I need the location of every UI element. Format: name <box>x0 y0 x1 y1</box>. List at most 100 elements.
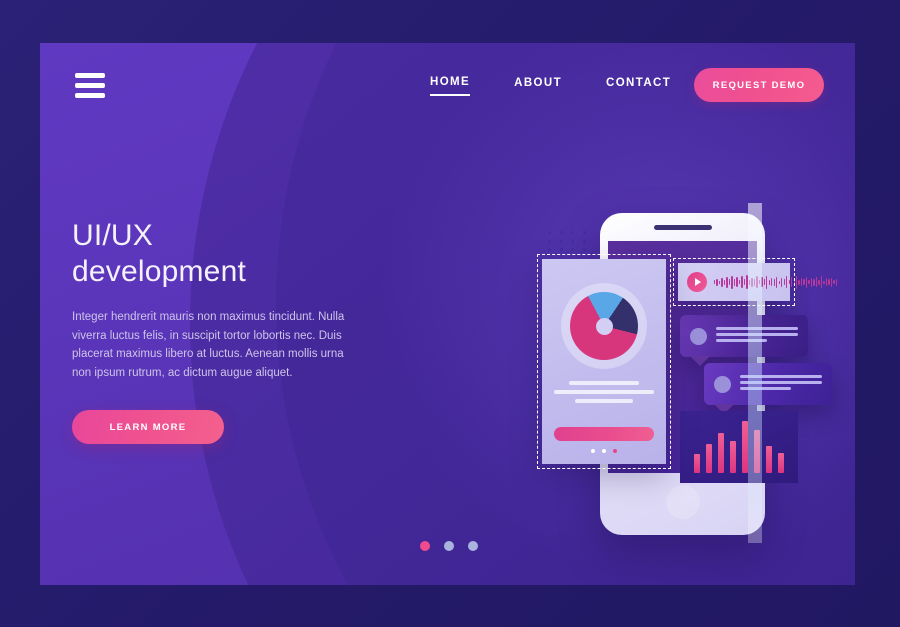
waveform-bar <box>791 277 793 287</box>
waveform-bar <box>716 278 718 286</box>
waveform-bar <box>721 277 723 287</box>
chat-text-lines <box>716 327 798 345</box>
hamburger-menu-icon[interactable] <box>75 73 105 98</box>
analytics-card <box>542 259 666 464</box>
pie-chart <box>570 292 638 360</box>
carousel-dot-3[interactable] <box>468 541 478 551</box>
waveform-bar <box>758 280 761 284</box>
waveform-bar <box>803 279 805 285</box>
waveform-bar <box>778 280 780 284</box>
waveform-bar <box>726 276 728 288</box>
waveform-bar <box>731 275 733 289</box>
audio-player-widget[interactable] <box>678 263 838 301</box>
pager-dot-2[interactable] <box>602 449 606 453</box>
bar-chart <box>680 411 798 483</box>
pie-chart-container <box>561 283 647 369</box>
hero-panel: HOME ABOUT CONTACT REQUEST DEMO UI/UX de… <box>40 43 855 585</box>
text-line <box>554 390 654 394</box>
text-line <box>740 375 822 378</box>
text-line <box>716 339 767 342</box>
nav-link-contact[interactable]: CONTACT <box>606 77 671 95</box>
card-primary-button[interactable] <box>554 427 654 441</box>
waveform-bar <box>751 277 753 287</box>
carousel-dot-2[interactable] <box>444 541 454 551</box>
waveform-bar <box>828 279 830 285</box>
waveform-bar <box>753 278 756 286</box>
waveform-bar <box>771 278 773 286</box>
grid-dot <box>582 239 586 243</box>
card-text-lines <box>554 381 654 408</box>
hamburger-bar <box>75 73 105 78</box>
waveform-bar <box>815 277 818 287</box>
waveform-bar <box>818 279 820 285</box>
grid-dot <box>548 231 551 234</box>
play-icon[interactable] <box>687 272 707 292</box>
bar <box>730 440 736 473</box>
waveform-bar <box>766 275 768 289</box>
text-line <box>716 333 798 336</box>
bar <box>754 429 760 473</box>
pager-dot-1[interactable] <box>591 449 595 453</box>
top-navigation: HOME ABOUT CONTACT REQUEST DEMO <box>40 43 855 143</box>
bar <box>766 445 772 473</box>
bar <box>742 421 748 473</box>
pie-chart-center <box>595 317 613 335</box>
grid-dot <box>559 231 563 234</box>
waveform-bar <box>813 278 815 286</box>
learn-more-button[interactable]: LEARN MORE <box>72 410 224 444</box>
waveform-bar <box>835 278 838 286</box>
carousel-dot-1[interactable] <box>420 541 430 551</box>
waveform-bar <box>768 279 770 285</box>
waveform-bar <box>741 276 743 288</box>
waveform-bar <box>833 280 835 284</box>
nav-links: HOME ABOUT CONTACT <box>430 76 671 96</box>
grid-dot <box>548 248 551 252</box>
carousel-dots <box>420 541 478 551</box>
chat-text-lines <box>740 375 822 393</box>
waveform-bar <box>714 280 716 284</box>
card-pager-dots <box>542 449 666 453</box>
text-line <box>575 399 633 403</box>
waveform-bar <box>783 279 785 285</box>
waveform-bar <box>738 280 741 284</box>
waveform-bar <box>786 276 788 288</box>
request-demo-button[interactable]: REQUEST DEMO <box>694 68 824 102</box>
audio-waveform <box>714 272 838 292</box>
nav-link-about[interactable]: ABOUT <box>514 77 562 95</box>
decorative-dot-grid <box>548 231 594 257</box>
waveform-bar <box>746 275 748 289</box>
waveform-bar <box>756 276 758 288</box>
hero-paragraph: Integer hendrerit mauris non maximus tin… <box>72 311 345 379</box>
waveform-bar <box>793 278 795 286</box>
pager-dot-3[interactable] <box>613 449 617 453</box>
bar <box>778 452 784 473</box>
text-line <box>740 387 791 390</box>
bar <box>718 432 724 473</box>
waveform-bar <box>733 278 736 286</box>
chat-bubble <box>680 315 808 366</box>
phone-home-button[interactable] <box>665 485 700 519</box>
page-title: UI/UX development <box>72 218 392 290</box>
grid-dot <box>582 231 586 234</box>
text-line <box>716 327 798 330</box>
avatar <box>714 375 731 393</box>
waveform-bar <box>728 279 731 285</box>
avatar <box>690 327 707 345</box>
bar <box>694 454 700 473</box>
waveform-bar <box>736 277 738 287</box>
waveform-bar <box>830 277 833 287</box>
waveform-bar <box>743 279 746 285</box>
waveform-bar <box>798 279 800 285</box>
grid-dot <box>571 231 574 234</box>
waveform-bar <box>820 276 823 288</box>
grid-dot <box>559 239 563 243</box>
headline-line-2: development <box>72 255 246 288</box>
chat-bubble <box>704 363 832 414</box>
text-line <box>569 381 639 385</box>
hero-copy: UI/UX development Integer hendrerit maur… <box>72 218 392 444</box>
nav-link-home[interactable]: HOME <box>430 76 471 96</box>
grid-dot <box>582 248 586 252</box>
waveform-bar <box>718 280 721 284</box>
waveform-bar <box>761 277 763 287</box>
waveform-bar <box>810 277 813 287</box>
